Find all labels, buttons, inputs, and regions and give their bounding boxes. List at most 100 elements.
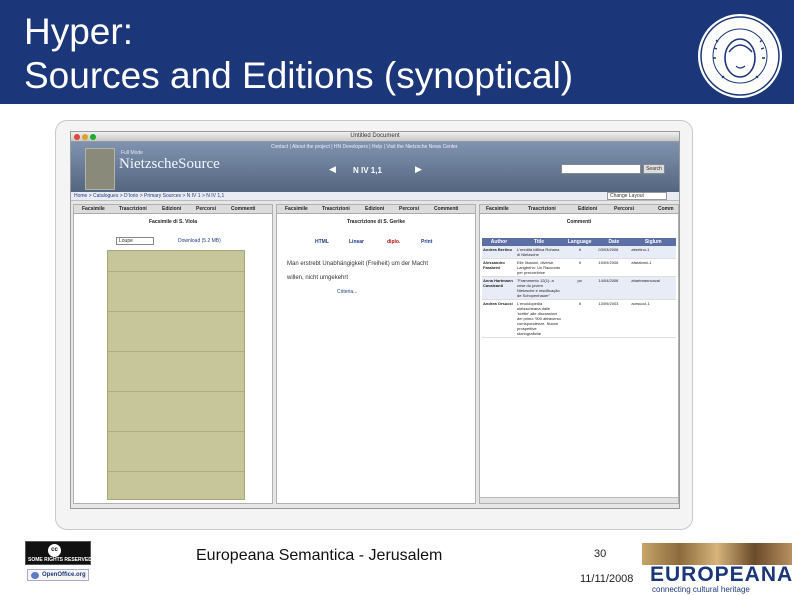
cell-author: Anna Hartmann Cavalcanti xyxy=(482,276,516,300)
change-layout-select[interactable]: Change Layout xyxy=(607,192,667,200)
column-header-author[interactable]: Author xyxy=(482,238,516,246)
tab-commenti[interactable]: Comm xyxy=(658,206,674,212)
cell-language: it xyxy=(562,246,598,259)
column-header-title[interactable]: Title xyxy=(516,238,562,246)
search-input[interactable] xyxy=(561,164,641,174)
slide-title: Hyper: Sources and Editions (synoptical) xyxy=(24,10,573,98)
window-titlebar: Untitled Document xyxy=(71,132,679,142)
window-title: Untitled Document xyxy=(350,133,400,139)
cell-siglum[interactable]: abertino-1 xyxy=(630,246,676,259)
cell-date: 13/09/2003 xyxy=(597,299,631,338)
openoffice-logo: OpenOffice.org xyxy=(27,569,89,581)
comments-header-row: Author Title Language Date Siglum xyxy=(482,238,676,246)
format-diplo-button[interactable]: diplo. xyxy=(387,239,400,247)
table-row[interactable]: Andrea Bertino L'eredità idillica Rohana… xyxy=(482,246,676,259)
creative-commons-logo: cc SOME RIGHTS RESERVED xyxy=(25,541,92,565)
tab-edizioni[interactable]: Edizioni xyxy=(162,206,181,212)
transcription-line-2: willen, nicht umgekehrt xyxy=(287,275,349,281)
cell-title[interactable]: "Frammento 12(1): a crise do jovem Nietz… xyxy=(516,276,562,300)
facsimile-panel: Facsimile Trascrizioni Edizioni Percorsi… xyxy=(73,204,273,504)
tab-commenti[interactable]: Commenti xyxy=(231,206,255,212)
openoffice-label: OpenOffice.org xyxy=(42,572,86,578)
nietzsche-portrait xyxy=(85,148,115,190)
transcription-panel: Facsimile Trascrizioni Edizioni Percorsi… xyxy=(276,204,476,504)
prev-page-icon[interactable]: ◀ xyxy=(329,164,336,175)
cell-author: Andrea Bertino xyxy=(482,246,516,259)
cell-author: Andrea Orsucci xyxy=(482,299,516,338)
cell-date: 14/04/2006 xyxy=(597,276,631,300)
tab-trascrizioni[interactable]: Trascrizioni xyxy=(528,206,556,212)
facsimile-image[interactable] xyxy=(107,250,245,500)
cc-label: SOME RIGHTS RESERVED xyxy=(28,557,92,563)
scan-line xyxy=(108,271,244,272)
slide-date: 11/11/2008 xyxy=(580,573,634,585)
tab-edizioni[interactable]: Edizioni xyxy=(578,206,597,212)
cell-siglum[interactable]: ahartmanncaval xyxy=(630,276,676,300)
loupe-select[interactable]: Loupe xyxy=(116,237,154,245)
cell-title[interactable]: Elle Illusioni, diverse, Langbehn: Un Ra… xyxy=(516,258,562,277)
title-band: Hyper: Sources and Editions (synoptical) xyxy=(0,0,794,104)
transcription-line-1: Man erstrebt Unabhängigkeit (Freiheit) u… xyxy=(287,261,429,267)
top-links[interactable]: Contact | About the project | HN Develop… xyxy=(271,144,458,150)
site-logo[interactable]: NietzscheSource xyxy=(119,156,220,173)
europeana-logo: EUROPEANA connecting cultural heritage xyxy=(642,543,792,595)
cell-language: po xyxy=(562,276,598,300)
europeana-name: EUROPEANA xyxy=(650,563,794,586)
comments-table: Author Title Language Date Siglum Andrea… xyxy=(482,238,676,338)
cc-icon: cc xyxy=(48,544,61,557)
scan-line xyxy=(108,471,244,472)
tab-trascrizioni[interactable]: Trascrizioni xyxy=(322,206,350,212)
current-signum: N IV 1,1 xyxy=(353,166,382,175)
criteria-link[interactable]: Criteria... xyxy=(337,289,357,295)
search-button[interactable]: Search xyxy=(643,164,665,174)
slide-footer: Europeana Semantica - Jerusalem xyxy=(196,547,443,564)
download-link[interactable]: Download (5.2 MB) xyxy=(178,238,221,244)
format-linear-button[interactable]: Linear xyxy=(349,239,364,247)
cell-language: it xyxy=(562,299,598,338)
cell-date: 15/09/2006 xyxy=(597,258,631,277)
next-page-icon[interactable]: ▶ xyxy=(415,164,422,175)
tab-percorsi[interactable]: Percorsi xyxy=(196,206,216,212)
breadcrumb[interactable]: Home > Catalogues > D'Iorio > Primary So… xyxy=(74,193,224,199)
format-print-button[interactable]: Print xyxy=(421,239,432,247)
table-row[interactable]: Anna Hartmann Cavalcanti "Frammento 12(1… xyxy=(482,276,676,300)
openoffice-bird-icon xyxy=(31,572,39,579)
cell-siglum[interactable]: aorsucci-1 xyxy=(630,299,676,338)
humboldt-university-seal-icon xyxy=(698,14,782,98)
tab-percorsi[interactable]: Percorsi xyxy=(614,206,634,212)
transcription-panel-tabs: Facsimile Trascrizioni Edizioni Percorsi… xyxy=(277,205,475,214)
tab-facsimile[interactable]: Facsimile xyxy=(285,206,308,212)
scan-line xyxy=(108,391,244,392)
europeana-tagline: connecting cultural heritage xyxy=(652,585,750,594)
column-header-language[interactable]: Language xyxy=(562,238,598,246)
tab-commenti[interactable]: Commenti xyxy=(434,206,458,212)
cell-date: 03/03/2006 xyxy=(597,246,631,259)
cell-title[interactable]: L'enciclopedia nietzscheana dalle 'scrit… xyxy=(516,299,562,338)
breadcrumb-bar: Home > Catalogues > D'Iorio > Primary So… xyxy=(71,192,679,201)
tab-trascrizioni[interactable]: Trascrizioni xyxy=(119,206,147,212)
page-number: 30 xyxy=(594,548,607,560)
cell-siglum[interactable]: afarabrini-1 xyxy=(630,258,676,277)
cell-language: it xyxy=(562,258,598,277)
tab-percorsi[interactable]: Percorsi xyxy=(399,206,419,212)
tab-facsimile[interactable]: Facsimile xyxy=(486,206,509,212)
horizontal-scrollbar[interactable] xyxy=(480,497,678,503)
tab-facsimile[interactable]: Facsimile xyxy=(82,206,105,212)
title-line-2: Sources and Editions (synoptical) xyxy=(24,55,574,96)
format-html-button[interactable]: HTML xyxy=(315,239,329,247)
scan-line xyxy=(108,431,244,432)
transcription-title: Trascrizione di S. Gerike xyxy=(346,219,406,225)
slide: Hyper: Sources and Editions (synoptical)… xyxy=(0,0,794,595)
europeana-image-strip xyxy=(642,543,792,565)
column-header-siglum[interactable]: Siglum xyxy=(630,238,676,246)
column-header-date[interactable]: Date xyxy=(597,238,631,246)
site-banner: Contact | About the project | HN Develop… xyxy=(71,142,679,192)
cell-author: Alessandro Farabrini xyxy=(482,258,516,277)
tab-edizioni[interactable]: Edizioni xyxy=(365,206,384,212)
comments-panel-tabs: Facsimile Trascrizioni Edizioni Percorsi… xyxy=(480,205,678,214)
cell-title[interactable]: L'eredità idillica Rohana di Nietzsche xyxy=(516,246,562,259)
table-row[interactable]: Alessandro Farabrini Elle Illusioni, div… xyxy=(482,258,676,277)
browser-window: Untitled Document Contact | About the pr… xyxy=(70,131,680,509)
scan-line xyxy=(108,311,244,312)
table-row[interactable]: Andrea Orsucci L'enciclopedia nietzschea… xyxy=(482,299,676,338)
